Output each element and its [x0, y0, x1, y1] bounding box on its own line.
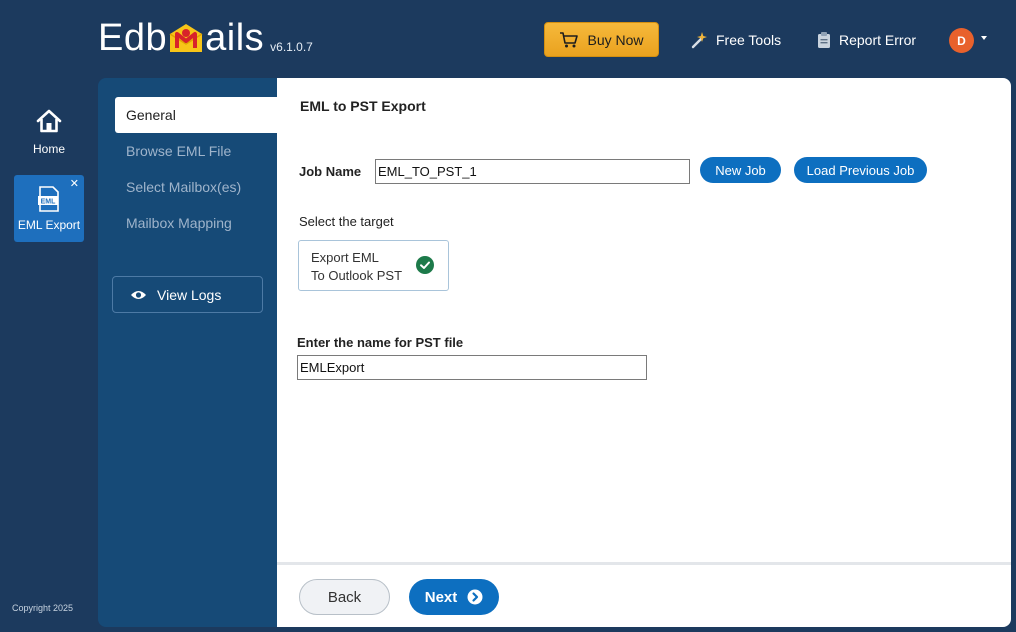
wizard-footer: Back Next — [277, 562, 1011, 627]
nav-item-label: Mailbox Mapping — [126, 215, 232, 231]
next-label: Next — [424, 588, 458, 606]
free-tools-link[interactable]: Free Tools — [690, 30, 781, 50]
nav-item-select-mailboxes[interactable]: Select Mailbox(es) — [115, 169, 278, 205]
back-button[interactable]: Back — [299, 579, 390, 615]
buy-now-label: Buy Now — [587, 31, 644, 48]
load-previous-job-button[interactable]: Load Previous Job — [794, 157, 927, 183]
pst-name-label: Enter the name for PST file — [297, 335, 464, 350]
app-version: v6.1.0.7 — [270, 40, 313, 54]
main-content: EML to PST Export Job Name New Job Load … — [277, 78, 1011, 562]
eye-icon — [131, 290, 146, 299]
job-name-input[interactable] — [375, 159, 690, 184]
app-logo: Edb ails v6.1.0.7 — [98, 18, 313, 58]
user-avatar[interactable]: D — [949, 28, 974, 53]
job-name-label: Job Name — [299, 164, 362, 179]
nav-item-browse-eml-file[interactable]: Browse EML File — [115, 133, 278, 169]
svg-text:EML: EML — [41, 198, 57, 205]
chevron-down-icon[interactable] — [981, 36, 987, 40]
new-job-button[interactable]: New Job — [700, 157, 781, 183]
pst-name-input[interactable] — [297, 355, 647, 380]
nav-item-label: Select Mailbox(es) — [126, 179, 242, 195]
view-logs-label: View Logs — [157, 286, 222, 303]
view-logs-button[interactable]: View Logs — [112, 276, 263, 313]
nav-item-general[interactable]: General — [115, 97, 278, 133]
clipboard-icon — [818, 32, 830, 48]
eml-file-icon: EML — [38, 185, 59, 212]
nav-item-label: Browse EML File — [126, 143, 232, 159]
report-error-label: Report Error — [839, 32, 917, 48]
nav-item-label: General — [126, 107, 176, 123]
check-circle-icon — [416, 256, 434, 274]
wizard-nav-panel: General Browse EML File Select Mailbox(e… — [98, 78, 278, 627]
select-target-label: Select the target — [299, 214, 394, 229]
new-job-label: New Job — [715, 162, 766, 178]
buy-now-button[interactable]: Buy Now — [544, 22, 659, 57]
free-tools-label: Free Tools — [716, 32, 782, 48]
back-label: Back — [327, 588, 362, 606]
logo-envelope-m-icon — [169, 24, 203, 52]
next-button[interactable]: Next — [409, 579, 499, 615]
report-error-link[interactable]: Report Error — [817, 30, 916, 50]
logo-text-left: Edb — [98, 17, 168, 59]
load-previous-job-label: Load Previous Job — [806, 162, 915, 178]
copyright-text: Copyright 2025 — [12, 603, 74, 613]
rail-home-label: Home — [32, 142, 65, 156]
rail-eml-export[interactable]: ✕ EML EML Export — [14, 175, 84, 242]
rail-home[interactable]: Home — [14, 108, 84, 164]
rail-eml-export-label: EML Export — [17, 217, 81, 232]
home-icon — [36, 109, 62, 133]
close-icon[interactable]: ✕ — [70, 177, 79, 190]
logo-text-right: ails — [205, 17, 265, 59]
magic-tools-icon — [691, 32, 707, 49]
arrow-right-circle-icon — [467, 589, 483, 605]
page-title: EML to PST Export — [300, 98, 426, 114]
shopping-cart-icon — [560, 31, 579, 47]
nav-item-mailbox-mapping[interactable]: Mailbox Mapping — [115, 205, 278, 241]
target-export-eml-to-pst-card[interactable]: Export EML To Outlook PST — [298, 240, 449, 291]
